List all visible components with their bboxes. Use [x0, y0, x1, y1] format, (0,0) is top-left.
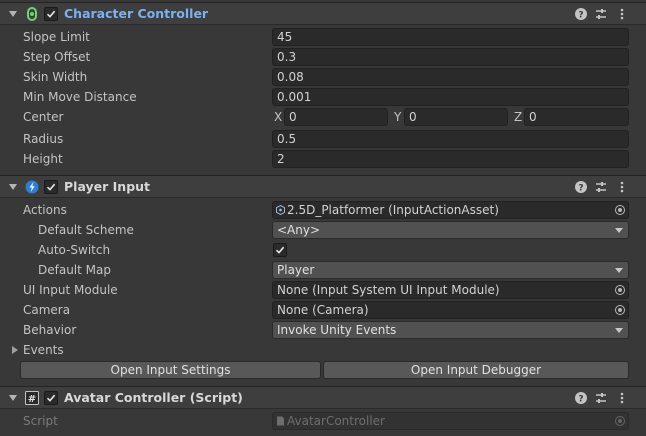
presets-icon[interactable] [594, 180, 608, 194]
actions-object-field[interactable]: 2.5D_Platformer (InputActionAsset) [272, 201, 629, 219]
skin-width-field[interactable]: 0.08 [272, 68, 629, 86]
object-picker-icon[interactable] [615, 305, 625, 315]
center-z-field[interactable]: 0 [524, 108, 629, 126]
script-field: AvatarController [272, 412, 629, 430]
center-x-field[interactable]: 0 [284, 108, 388, 126]
svg-text:?: ? [578, 184, 583, 194]
behavior-value: Invoke Unity Events [277, 323, 397, 337]
foldout-arrow-icon[interactable] [9, 11, 17, 17]
script-value: AvatarController [287, 414, 385, 428]
help-icon[interactable]: ? [574, 7, 588, 21]
auto-switch-checkbox[interactable] [273, 243, 287, 257]
object-picker-icon [615, 416, 625, 426]
auto-switch-label: Auto-Switch [38, 243, 111, 257]
center-label: Center [23, 110, 64, 124]
kebab-menu-icon[interactable] [615, 180, 629, 194]
events-label: Events [23, 343, 64, 357]
kebab-menu-icon[interactable] [615, 391, 629, 405]
behavior-label: Behavior [23, 323, 77, 337]
open-input-debugger-button[interactable]: Open Input Debugger [323, 361, 629, 379]
slope-limit-field[interactable]: 45 [272, 28, 629, 46]
svg-text:?: ? [578, 395, 583, 405]
step-offset-label: Step Offset [23, 50, 91, 64]
min-move-distance-field[interactable]: 0.001 [272, 88, 629, 106]
min-move-distance-label: Min Move Distance [23, 90, 137, 104]
default-map-dropdown[interactable]: Player [272, 261, 629, 279]
player-input-icon [25, 180, 39, 194]
character-controller-title: Character Controller [64, 6, 209, 21]
default-scheme-dropdown[interactable]: <Any> [272, 221, 629, 239]
svg-text:?: ? [578, 11, 583, 21]
script-file-icon [277, 416, 284, 426]
behavior-dropdown[interactable]: Invoke Unity Events [272, 321, 629, 339]
script-label: Script [23, 414, 58, 428]
svg-text:#: # [28, 394, 36, 405]
script-hash-icon: # [25, 391, 39, 405]
player-input-enabled-checkbox[interactable] [44, 180, 58, 194]
camera-label: Camera [23, 303, 71, 317]
player-input-header[interactable]: Player Input ? [0, 175, 646, 198]
chevron-down-icon [615, 228, 623, 233]
ui-input-module-value: None (Input System UI Input Module) [277, 283, 500, 297]
foldout-arrow-icon[interactable] [9, 395, 17, 401]
center-x-label[interactable]: X [274, 110, 282, 124]
character-controller-enabled-checkbox[interactable] [44, 7, 58, 21]
radius-field[interactable]: 0.5 [272, 130, 629, 148]
avatar-controller-title: Avatar Controller (Script) [64, 390, 243, 405]
presets-icon[interactable] [594, 391, 608, 405]
avatar-controller-enabled-checkbox[interactable] [44, 391, 58, 405]
skin-width-label: Skin Width [23, 70, 88, 84]
chevron-down-icon [615, 268, 623, 273]
default-scheme-value: <Any> [277, 223, 321, 237]
ui-input-module-label: UI Input Module [23, 283, 118, 297]
slope-limit-label: Slope Limit [23, 30, 90, 44]
actions-label: Actions [23, 203, 67, 217]
camera-value: None (Camera) [277, 303, 369, 317]
avatar-controller-header[interactable]: # Avatar Controller (Script) ? [0, 386, 646, 409]
default-map-value: Player [277, 263, 315, 277]
events-foldout[interactable]: Events [0, 342, 200, 360]
height-field[interactable]: 2 [272, 150, 629, 168]
center-z-label[interactable]: Z [514, 110, 522, 124]
help-icon[interactable]: ? [574, 391, 588, 405]
default-map-label: Default Map [38, 263, 111, 277]
default-scheme-label: Default Scheme [38, 223, 134, 237]
chevron-down-icon [615, 328, 623, 333]
foldout-arrow-icon[interactable] [12, 346, 18, 354]
radius-label: Radius [23, 132, 64, 146]
foldout-arrow-icon[interactable] [9, 184, 17, 190]
ui-input-module-field[interactable]: None (Input System UI Input Module) [272, 281, 629, 299]
open-input-settings-button[interactable]: Open Input Settings [20, 361, 321, 379]
camera-field[interactable]: None (Camera) [272, 301, 629, 319]
object-picker-icon[interactable] [615, 285, 625, 295]
center-y-label[interactable]: Y [394, 110, 401, 124]
height-label: Height [23, 152, 63, 166]
object-picker-icon[interactable] [615, 205, 625, 215]
center-y-field[interactable]: 0 [404, 108, 508, 126]
player-input-title: Player Input [64, 179, 151, 194]
character-controller-header[interactable]: Character Controller ? [0, 2, 646, 25]
presets-icon[interactable] [594, 7, 608, 21]
input-action-asset-icon [276, 205, 285, 215]
character-controller-icon [27, 7, 37, 21]
kebab-menu-icon[interactable] [615, 7, 629, 21]
actions-value: 2.5D_Platformer (InputActionAsset) [287, 203, 499, 217]
step-offset-field[interactable]: 0.3 [272, 48, 629, 66]
help-icon[interactable]: ? [574, 180, 588, 194]
